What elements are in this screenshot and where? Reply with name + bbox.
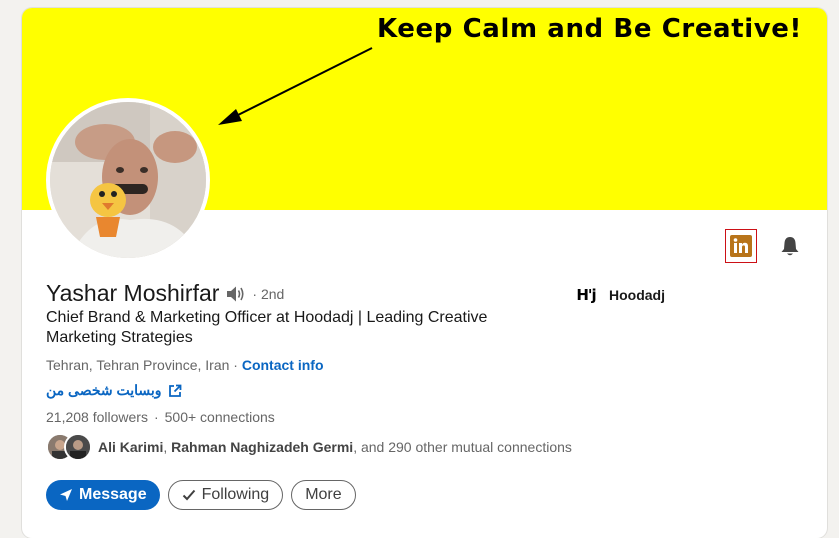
profile-headline: Chief Brand & Marketing Officer at Hooda… (46, 309, 488, 346)
company-logo: H'j (576, 286, 596, 304)
website-label: وبسایت شخصی من (46, 382, 162, 398)
current-company[interactable]: H'j Hoodadj (575, 284, 665, 306)
contact-info-link[interactable]: Contact info (242, 357, 324, 373)
speaker-icon (227, 286, 244, 301)
linkedin-button[interactable] (725, 229, 757, 263)
followers-count[interactable]: 21,208 followers (46, 409, 148, 425)
profile-avatar[interactable] (46, 98, 210, 262)
more-label: More (305, 486, 342, 503)
mutual-connections[interactable]: Ali Karimi, Rahman Naghizadeh Germi, and… (46, 433, 572, 461)
mutual-avatars (46, 433, 94, 461)
name-pronunciation-button[interactable] (226, 285, 246, 303)
check-icon (182, 488, 196, 502)
mutual-name-2: Rahman Naghizadeh Germi (171, 439, 354, 455)
following-label: Following (201, 486, 270, 503)
message-button[interactable]: Message (46, 480, 160, 510)
more-button[interactable]: More (291, 480, 356, 510)
connection-degree: · 2nd (252, 285, 285, 302)
profile-location: Tehran, Tehran Province, Iran · Contact … (46, 357, 324, 373)
mutual-avatar (64, 433, 92, 461)
mutual-rest: , and 290 other mutual connections (353, 439, 572, 455)
company-name: Hoodadj (609, 287, 665, 303)
location-text: Tehran, Tehran Province, Iran · (46, 357, 238, 373)
message-label: Message (79, 486, 147, 503)
external-link-icon (168, 384, 182, 398)
notification-bell-button[interactable] (776, 232, 804, 260)
website-link[interactable]: وبسایت شخصی من (46, 382, 182, 399)
name-row: Yashar Moshirfar · 2nd (46, 280, 284, 307)
send-icon (59, 488, 73, 502)
profile-stats: 21,208 followers · 500+ connections (46, 409, 275, 425)
profile-name: Yashar Moshirfar (46, 280, 220, 306)
bell-icon (781, 237, 799, 256)
profile-card: Keep Calm and Be Creative! Yashar Moshir… (22, 8, 827, 538)
mutual-name-1: Ali Karimi (98, 439, 164, 455)
connections-count[interactable]: 500+ connections (165, 409, 275, 425)
following-button[interactable]: Following (167, 480, 284, 510)
profile-actions: Message Following More (46, 480, 356, 510)
linkedin-icon (730, 235, 752, 257)
